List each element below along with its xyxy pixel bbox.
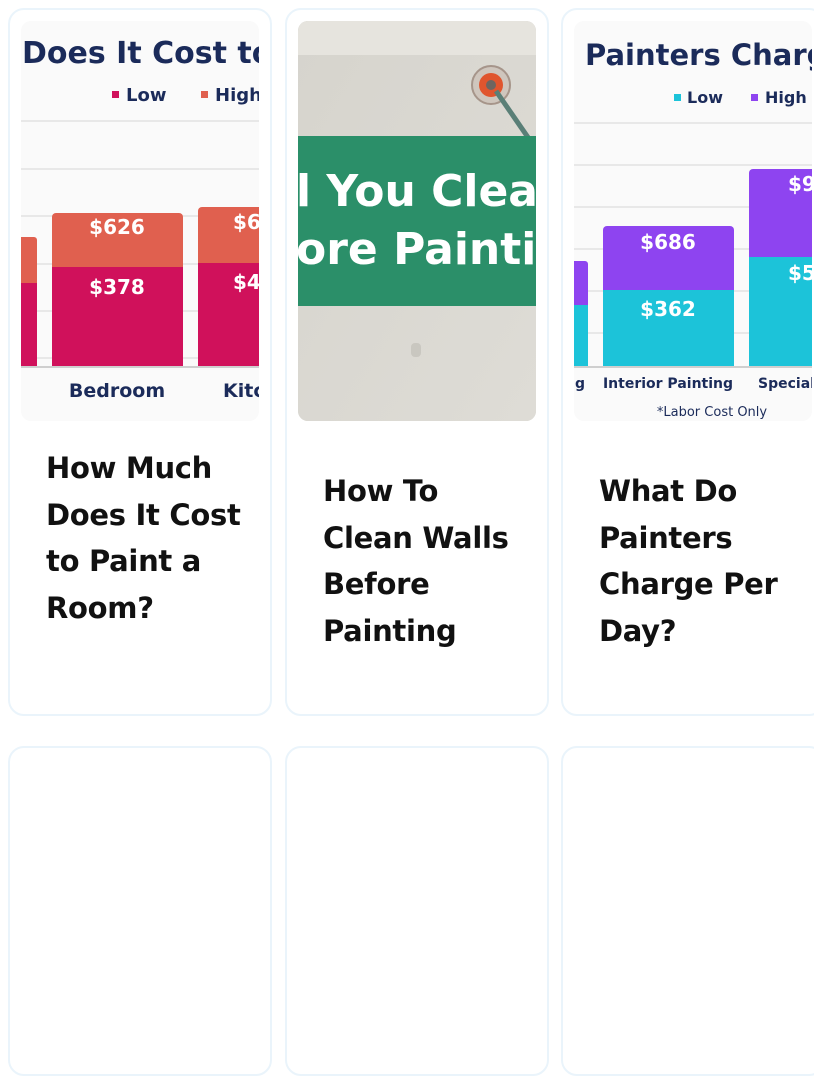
banner-line: ore Painti xyxy=(298,224,536,275)
cost-chart-image: Painters Charg Low High $686 $362 $9 $5 xyxy=(574,21,812,421)
legend-low: Low xyxy=(687,88,723,107)
bar-label-high: $6 xyxy=(233,210,259,234)
category-label: Interior Painting xyxy=(603,376,733,392)
bar-label-high: $686 xyxy=(640,230,696,254)
banner-line: l You Clean xyxy=(298,166,536,217)
article-card-placeholder xyxy=(8,746,272,1076)
bar-high xyxy=(574,261,588,309)
photo-thumbnail[interactable]: l You Clean ore Painti xyxy=(298,21,536,421)
article-title[interactable]: How Much Does It Cost to Paint a Room? xyxy=(46,445,246,631)
article-title[interactable]: What Do Painters Charge Per Day? xyxy=(599,468,799,654)
bar-label-high: $9 xyxy=(788,172,812,196)
legend-low: Low xyxy=(126,85,166,106)
chart-thumbnail[interactable]: Does It Cost to P Low High $626 $378 $6 … xyxy=(21,21,259,421)
chart-footnote: *Labor Cost Only xyxy=(657,405,768,420)
title-banner xyxy=(298,136,536,306)
category-label: Special xyxy=(758,376,812,392)
bar-high xyxy=(21,237,37,287)
bar-label-low: $4 xyxy=(233,270,259,294)
article-card-placeholder xyxy=(285,746,549,1076)
legend-high: High xyxy=(765,88,807,107)
category-label: Kitc xyxy=(223,380,259,402)
bar-low xyxy=(574,305,588,367)
article-card-painters-charge[interactable]: Painters Charg Low High $686 $362 $9 $5 xyxy=(561,8,814,716)
cost-chart-image: Does It Cost to P Low High $626 $378 $6 … xyxy=(21,21,259,421)
legend-high-swatch xyxy=(751,94,758,101)
bar-label-high: $626 xyxy=(89,215,145,239)
category-label: Bedroom xyxy=(69,380,165,402)
chart-thumbnail[interactable]: Painters Charg Low High $686 $362 $9 $5 xyxy=(574,21,812,421)
wall-photo-image: l You Clean ore Painti xyxy=(298,21,536,421)
chart-heading: Does It Cost to P xyxy=(22,36,259,71)
legend-high-swatch xyxy=(201,91,208,98)
article-card-paint-room-cost[interactable]: Does It Cost to P Low High $626 $378 $6 … xyxy=(8,8,272,716)
legend-low-swatch xyxy=(112,91,119,98)
bar-label-low: $362 xyxy=(640,297,696,321)
chart-heading: Painters Charg xyxy=(585,38,812,72)
article-card-clean-walls[interactable]: l You Clean ore Painti How To Clean Wall… xyxy=(285,8,549,716)
bar-low xyxy=(21,283,37,367)
bar-label-low: $378 xyxy=(89,275,145,299)
legend-low-swatch xyxy=(674,94,681,101)
article-card-placeholder xyxy=(561,746,814,1076)
bar-label-low: $5 xyxy=(788,261,812,285)
category-label: g xyxy=(575,376,585,392)
legend-high: High xyxy=(215,85,259,106)
article-title[interactable]: How To Clean Walls Before Painting xyxy=(323,468,523,654)
